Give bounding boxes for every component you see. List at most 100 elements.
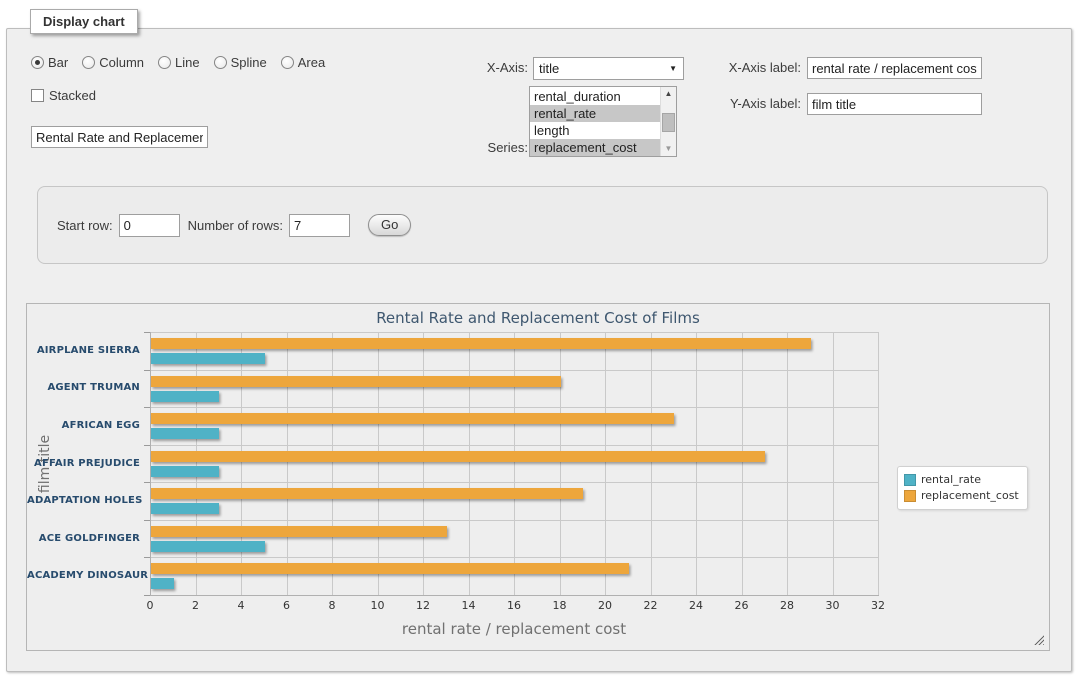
radio-icon[interactable]	[31, 56, 44, 69]
bar-rental_rate	[151, 391, 219, 402]
gridline	[196, 332, 197, 595]
gridline	[150, 332, 878, 333]
radio-label: Line	[175, 55, 200, 70]
bar-replacement_cost	[151, 413, 674, 424]
gridline	[787, 332, 788, 595]
radio-label: Spline	[231, 55, 267, 70]
gridline	[287, 332, 288, 595]
bar-rental_rate	[151, 466, 219, 477]
bar-replacement_cost	[151, 563, 629, 574]
chart-title: Rental Rate and Replacement Cost of Film…	[27, 309, 1049, 327]
gridline	[150, 445, 878, 446]
num-rows-input[interactable]	[289, 214, 350, 237]
x-axis-label-input[interactable]	[807, 57, 982, 79]
gridline	[833, 332, 834, 595]
chart-container: Rental Rate and Replacement Cost of Film…	[26, 303, 1050, 651]
gridline	[560, 332, 561, 595]
gridline	[423, 332, 424, 595]
category-label: ADAPTATION HOLES	[27, 495, 140, 506]
x-tick-label: 10	[358, 599, 398, 612]
start-row-input[interactable]	[119, 214, 180, 237]
legend-item-replacement_cost[interactable]: replacement_cost	[904, 488, 1019, 504]
gridline	[332, 332, 333, 595]
chart-type-radio-column[interactable]: Column	[82, 55, 144, 70]
series-options: rental_durationrental_ratelengthreplacem…	[530, 88, 660, 156]
y-axis-label-caption: Y-Axis label:	[707, 96, 801, 112]
display-chart-panel: Display chart BarColumnLineSplineArea St…	[6, 28, 1072, 672]
series-option-length[interactable]: length	[530, 122, 660, 139]
stacked-checkbox[interactable]	[31, 89, 44, 102]
x-tick-label: 2	[176, 599, 216, 612]
x-axis-select-value: title	[539, 61, 559, 76]
x-axis-line	[150, 595, 879, 596]
series-listbox[interactable]: rental_durationrental_ratelengthreplacem…	[529, 86, 677, 157]
gridline	[150, 557, 878, 558]
x-axis-select[interactable]: title ▼	[533, 57, 684, 80]
bar-replacement_cost	[151, 451, 765, 462]
series-option-replacement_cost[interactable]: replacement_cost	[530, 139, 660, 156]
radio-label: Column	[99, 55, 144, 70]
chart-title-input[interactable]	[31, 126, 208, 148]
listbox-scrollbar[interactable]: ▲ ▼	[660, 87, 676, 156]
gridline	[742, 332, 743, 595]
gridline	[514, 332, 515, 595]
legend-swatch-icon	[904, 490, 916, 502]
x-tick-label: 8	[312, 599, 352, 612]
x-axis-label-caption: X-Axis label:	[707, 60, 801, 76]
x-tick-label: 26	[722, 599, 762, 612]
scroll-down-icon[interactable]: ▼	[661, 142, 676, 156]
gridline	[378, 332, 379, 595]
x-tick-label: 0	[130, 599, 170, 612]
gridline	[241, 332, 242, 595]
radio-icon[interactable]	[214, 56, 227, 69]
chart-type-radio-line[interactable]: Line	[158, 55, 200, 70]
x-tick-label: 4	[221, 599, 261, 612]
x-tick-label: 32	[858, 599, 898, 612]
radio-icon[interactable]	[82, 56, 95, 69]
bar-rental_rate	[151, 353, 265, 364]
legend-swatch-icon	[904, 474, 916, 486]
y-axis-label-input[interactable]	[807, 93, 982, 115]
num-rows-label: Number of rows:	[188, 218, 283, 233]
legend-label: rental_rate	[921, 472, 981, 488]
radio-label: Bar	[48, 55, 68, 70]
chart-type-radio-area[interactable]: Area	[281, 55, 325, 70]
gridline	[150, 407, 878, 408]
chevron-down-icon: ▼	[669, 65, 677, 73]
x-tick-label: 6	[267, 599, 307, 612]
x-axis-select-label: X-Axis:	[446, 60, 528, 76]
gridline	[150, 520, 878, 521]
bar-rental_rate	[151, 541, 265, 552]
scroll-up-icon[interactable]: ▲	[661, 87, 676, 101]
bar-replacement_cost	[151, 488, 583, 499]
go-button[interactable]: Go	[368, 214, 411, 236]
scrollbar-thumb[interactable]	[662, 113, 675, 132]
stacked-checkbox-row[interactable]: Stacked	[31, 88, 96, 103]
radio-icon[interactable]	[281, 56, 294, 69]
chart-legend: rental_ratereplacement_cost	[897, 466, 1028, 510]
series-option-rental_rate[interactable]: rental_rate	[530, 105, 660, 122]
category-label: AFFAIR PREJUDICE	[27, 458, 140, 469]
category-label: ACE GOLDFINGER	[27, 533, 140, 544]
x-tick-label: 30	[813, 599, 853, 612]
gridline	[605, 332, 606, 595]
resize-grip-icon[interactable]	[1034, 635, 1044, 645]
bar-rental_rate	[151, 578, 174, 589]
y-axis-line	[150, 332, 151, 595]
bar-replacement_cost	[151, 526, 447, 537]
gridline	[469, 332, 470, 595]
radio-icon[interactable]	[158, 56, 171, 69]
legend-item-rental_rate[interactable]: rental_rate	[904, 472, 1019, 488]
series-option-rental_duration[interactable]: rental_duration	[530, 88, 660, 105]
x-tick-label: 12	[403, 599, 443, 612]
x-tick-label: 28	[767, 599, 807, 612]
x-tick-label: 16	[494, 599, 534, 612]
bar-rental_rate	[151, 503, 219, 514]
category-label: AFRICAN EGG	[27, 420, 140, 431]
radio-label: Area	[298, 55, 325, 70]
chart-type-radio-bar[interactable]: Bar	[31, 55, 68, 70]
bar-replacement_cost	[151, 376, 561, 387]
display-chart-legend: Display chart	[30, 9, 138, 34]
chart-type-radio-spline[interactable]: Spline	[214, 55, 267, 70]
gridline	[696, 332, 697, 595]
